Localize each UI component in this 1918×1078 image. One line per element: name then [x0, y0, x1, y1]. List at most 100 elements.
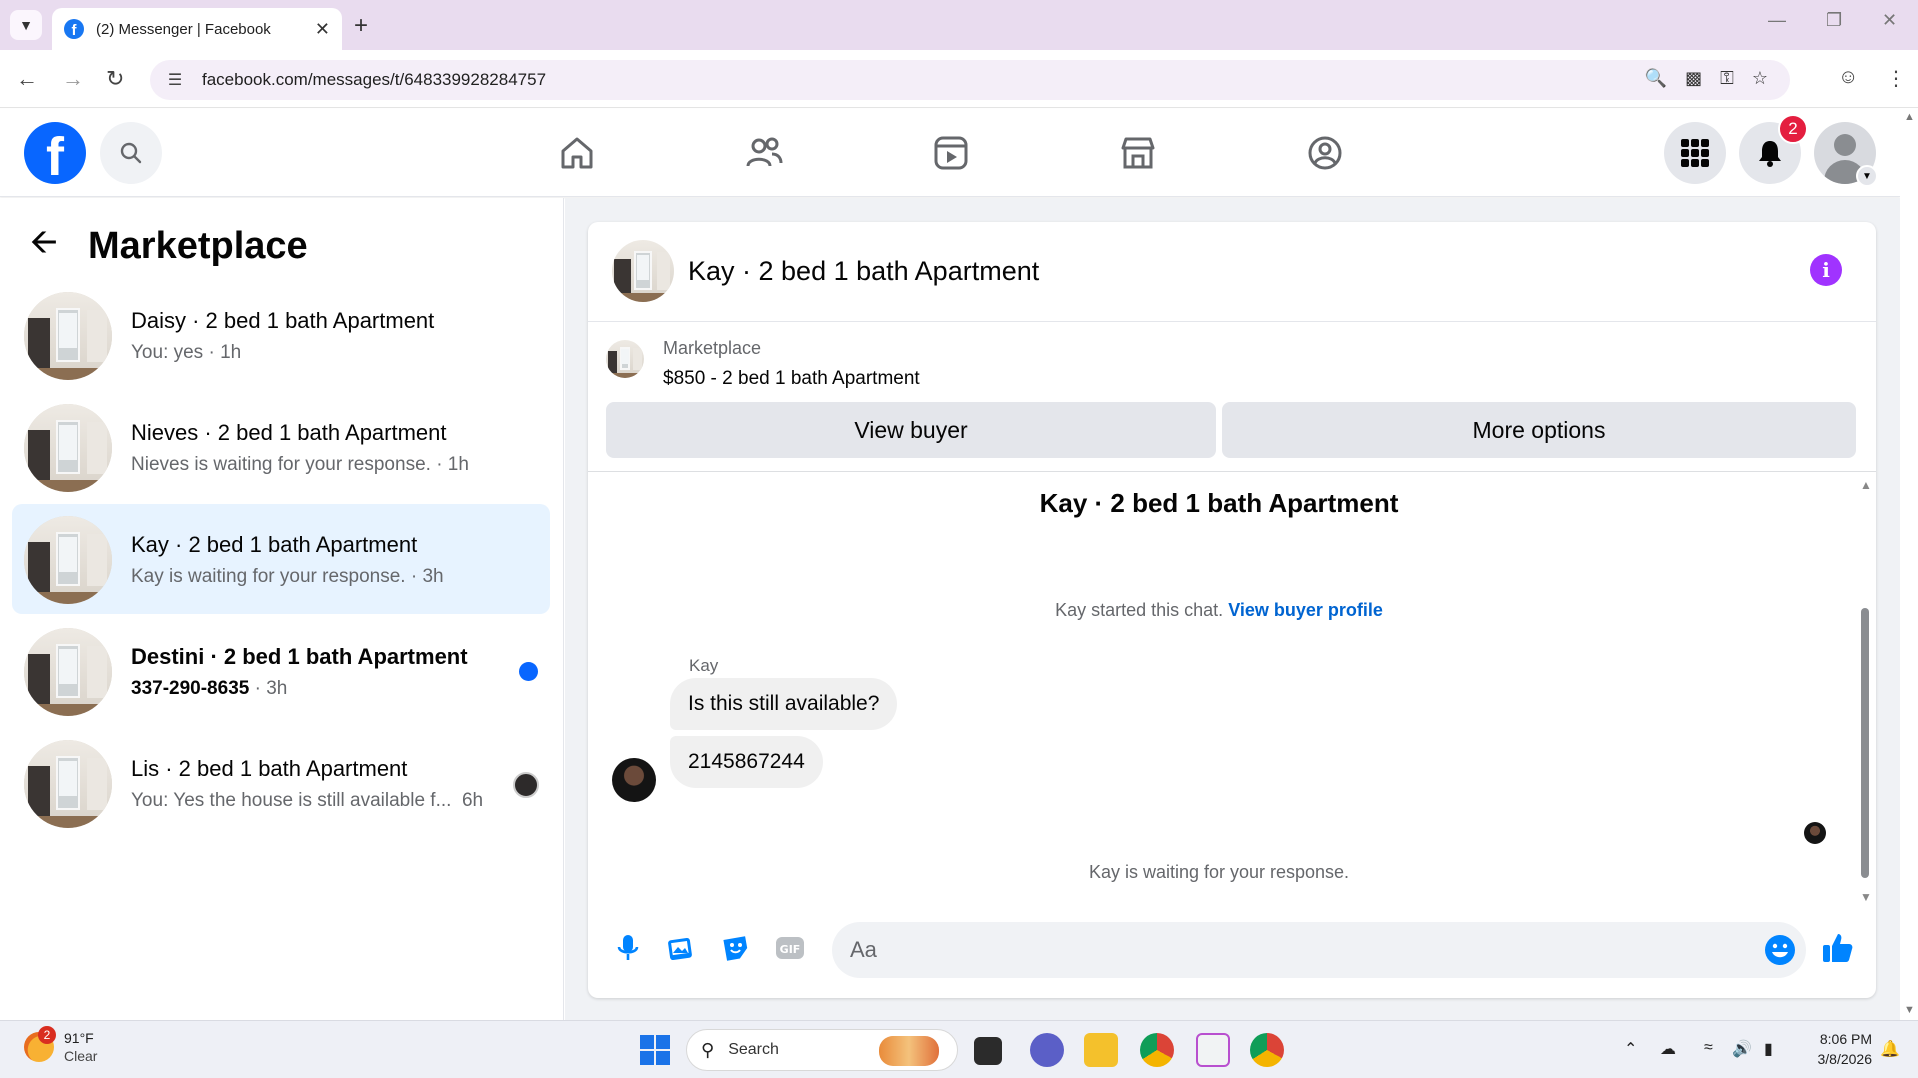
friends-nav-icon[interactable]	[740, 129, 788, 177]
tab-close-icon[interactable]: ✕	[315, 19, 330, 40]
weather-condition: Clear	[64, 1048, 98, 1064]
conversation-item-unread[interactable]: Destini · 2 bed 1 bath Apartment 337-290…	[12, 616, 550, 726]
scroll-down-icon[interactable]: ▼	[1860, 890, 1872, 904]
chrome-icon[interactable]	[1140, 1033, 1174, 1067]
page-scroll-up-icon[interactable]: ▲	[1904, 111, 1915, 123]
page-scroll-down-icon[interactable]: ▼	[1904, 1004, 1915, 1016]
conversation-item-active[interactable]: Kay · 2 bed 1 bath Apartment Kay is wait…	[12, 504, 550, 614]
system-clock[interactable]: 8:06 PM 3/8/2026	[1800, 1029, 1873, 1069]
conversation-name: Destini · 2 bed 1 bath Apartment	[131, 644, 468, 669]
browser-menu-icon[interactable]: ⋮	[1886, 66, 1906, 91]
back-icon[interactable]: ←	[16, 66, 38, 92]
sidebar-title: Marketplace	[88, 225, 308, 267]
page-scrollbar[interactable]: ▲ ▼	[1900, 109, 1918, 1020]
minimize-icon[interactable]: —	[1768, 10, 1786, 31]
url-text[interactable]: facebook.com/messages/t/648339928284757	[202, 70, 546, 90]
menu-button[interactable]	[1664, 122, 1726, 184]
marketplace-nav-icon[interactable]	[1114, 129, 1162, 177]
conversation-preview: 337-290-8635 · 3h	[131, 678, 287, 700]
microphone-icon[interactable]	[610, 930, 646, 966]
view-buyer-profile-link[interactable]: View buyer profile	[1228, 600, 1383, 620]
forward-icon[interactable]: →	[62, 66, 84, 92]
tab-search-button[interactable]: ▼	[10, 10, 42, 40]
volume-icon[interactable]: 🔊	[1732, 1039, 1752, 1059]
gif-icon[interactable]: GIF	[772, 930, 808, 966]
like-thumb-icon[interactable]	[1818, 930, 1858, 966]
reload-icon[interactable]: ↻	[106, 66, 124, 92]
facebook-header: f 2 ▼	[0, 109, 1900, 197]
listing-title[interactable]: $850 - 2 bed 1 bath Apartment	[663, 368, 920, 390]
message-thread: Kay · 2 bed 1 bath Apartment Kay started…	[588, 472, 1876, 908]
sender-avatar[interactable]	[612, 758, 656, 802]
weather-temp: 91°F	[64, 1030, 94, 1046]
cloud-offline-icon[interactable]: ☁	[1660, 1039, 1676, 1059]
view-buyer-button[interactable]: View buyer	[606, 402, 1216, 458]
notification-bell-icon[interactable]: 🔔	[1880, 1039, 1900, 1059]
zoom-icon[interactable]: 🔍	[1645, 68, 1667, 89]
clock-date: 3/8/2026	[1817, 1051, 1873, 1067]
info-icon[interactable]: i	[1810, 254, 1842, 286]
gaming-nav-icon[interactable]	[1301, 129, 1349, 177]
restore-icon[interactable]: ❐	[1826, 10, 1842, 31]
battery-icon[interactable]: ▮	[1764, 1039, 1773, 1059]
task-view-icon[interactable]	[974, 1037, 1002, 1065]
conversation-item[interactable]: Nieves · 2 bed 1 bath Apartment Nieves i…	[12, 392, 550, 502]
conversation-item[interactable]: Daisy · 2 bed 1 bath Apartment You: yes …	[12, 280, 550, 390]
weather-badge: 2	[38, 1026, 56, 1044]
new-tab-icon[interactable]: +	[354, 12, 368, 40]
conversation-name: Lis · 2 bed 1 bath Apartment	[131, 756, 408, 781]
photo-icon[interactable]	[662, 930, 698, 966]
preview-time: · 3h	[249, 678, 288, 699]
waiting-notice: Kay is waiting for your response.	[1088, 862, 1350, 882]
listing-thumbnail	[24, 404, 112, 492]
install-app-icon[interactable]: ▩	[1685, 68, 1702, 89]
windows-start-icon[interactable]	[640, 1035, 670, 1065]
facebook-favicon-icon: f	[64, 19, 84, 39]
snipping-tool-icon[interactable]	[1196, 1033, 1230, 1067]
preview-phone: 337-290-8635	[131, 678, 250, 699]
thread-scrollbar[interactable]: ▲ ▼	[1858, 472, 1872, 908]
profile-icon[interactable]: ☺	[1838, 66, 1858, 89]
conversation-name: Daisy · 2 bed 1 bath Apartment	[131, 308, 435, 333]
tab-title: (2) Messenger | Facebook	[96, 20, 271, 38]
password-key-icon[interactable]: ⚿	[1720, 68, 1734, 89]
teams-icon[interactable]	[1030, 1033, 1064, 1067]
browser-tab[interactable]: f (2) Messenger | Facebook ✕	[52, 8, 342, 50]
message-input[interactable]: Aa	[832, 922, 1806, 978]
listing-thumbnail	[24, 516, 112, 604]
search-button[interactable]	[100, 122, 162, 184]
back-arrow-icon[interactable]: 🡨	[30, 218, 70, 275]
chat-listing-avatar[interactable]	[612, 240, 674, 302]
window-close-icon[interactable]: ✕	[1882, 10, 1897, 31]
weather-widget[interactable]: 2 91°F Clear	[24, 1026, 98, 1065]
emoji-icon[interactable]	[1764, 934, 1796, 966]
scroll-up-icon[interactable]: ▲	[1860, 478, 1872, 492]
marketplace-sidebar: 🡨 Marketplace Daisy · 2 bed 1 bath Apart…	[0, 198, 564, 1020]
chrome-profile-icon[interactable]	[1250, 1033, 1284, 1067]
tray-chevron-up-icon[interactable]: ⌃	[1624, 1039, 1637, 1059]
video-nav-icon[interactable]	[927, 129, 975, 177]
grid-menu-icon	[1681, 139, 1709, 167]
chat-header: Kay · 2 bed 1 bath Apartment i	[588, 222, 1876, 322]
message-composer: GIF Aa	[588, 908, 1876, 998]
windows-taskbar: 2 91°F Clear ⚲ Search ⌃ ☁ ≈ 🔊 ▮ 8:06 PM …	[0, 1020, 1918, 1078]
site-info-icon[interactable]: ☰	[164, 69, 186, 91]
chat-title[interactable]: Kay · 2 bed 1 bath Apartment	[688, 256, 1039, 287]
more-options-button[interactable]: More options	[1222, 402, 1856, 458]
conversation-item[interactable]: Lis · 2 bed 1 bath Apartment You: Yes th…	[12, 728, 550, 838]
conversation-name: Kay · 2 bed 1 bath Apartment	[131, 532, 418, 557]
message-placeholder: Aa	[850, 937, 877, 962]
address-bar[interactable]: ☰ facebook.com/messages/t/64833992828475…	[150, 60, 1790, 100]
wifi-icon[interactable]: ≈	[1704, 1039, 1713, 1057]
listing-thumbnail	[606, 340, 644, 378]
taskbar-search[interactable]: ⚲ Search	[686, 1029, 958, 1071]
message-bubble[interactable]: 2145867244	[670, 736, 823, 788]
home-nav-icon[interactable]	[553, 129, 601, 177]
sticker-icon[interactable]	[718, 930, 754, 966]
facebook-logo-icon[interactable]: f	[24, 122, 86, 184]
message-bubble[interactable]: Is this still available?	[670, 678, 898, 730]
conversation-preview: Nieves is waiting for your response. · 1…	[131, 454, 469, 475]
file-explorer-icon[interactable]	[1084, 1033, 1118, 1067]
bookmark-star-icon[interactable]: ☆	[1752, 68, 1768, 89]
chevron-down-icon[interactable]: ▼	[1856, 165, 1878, 187]
